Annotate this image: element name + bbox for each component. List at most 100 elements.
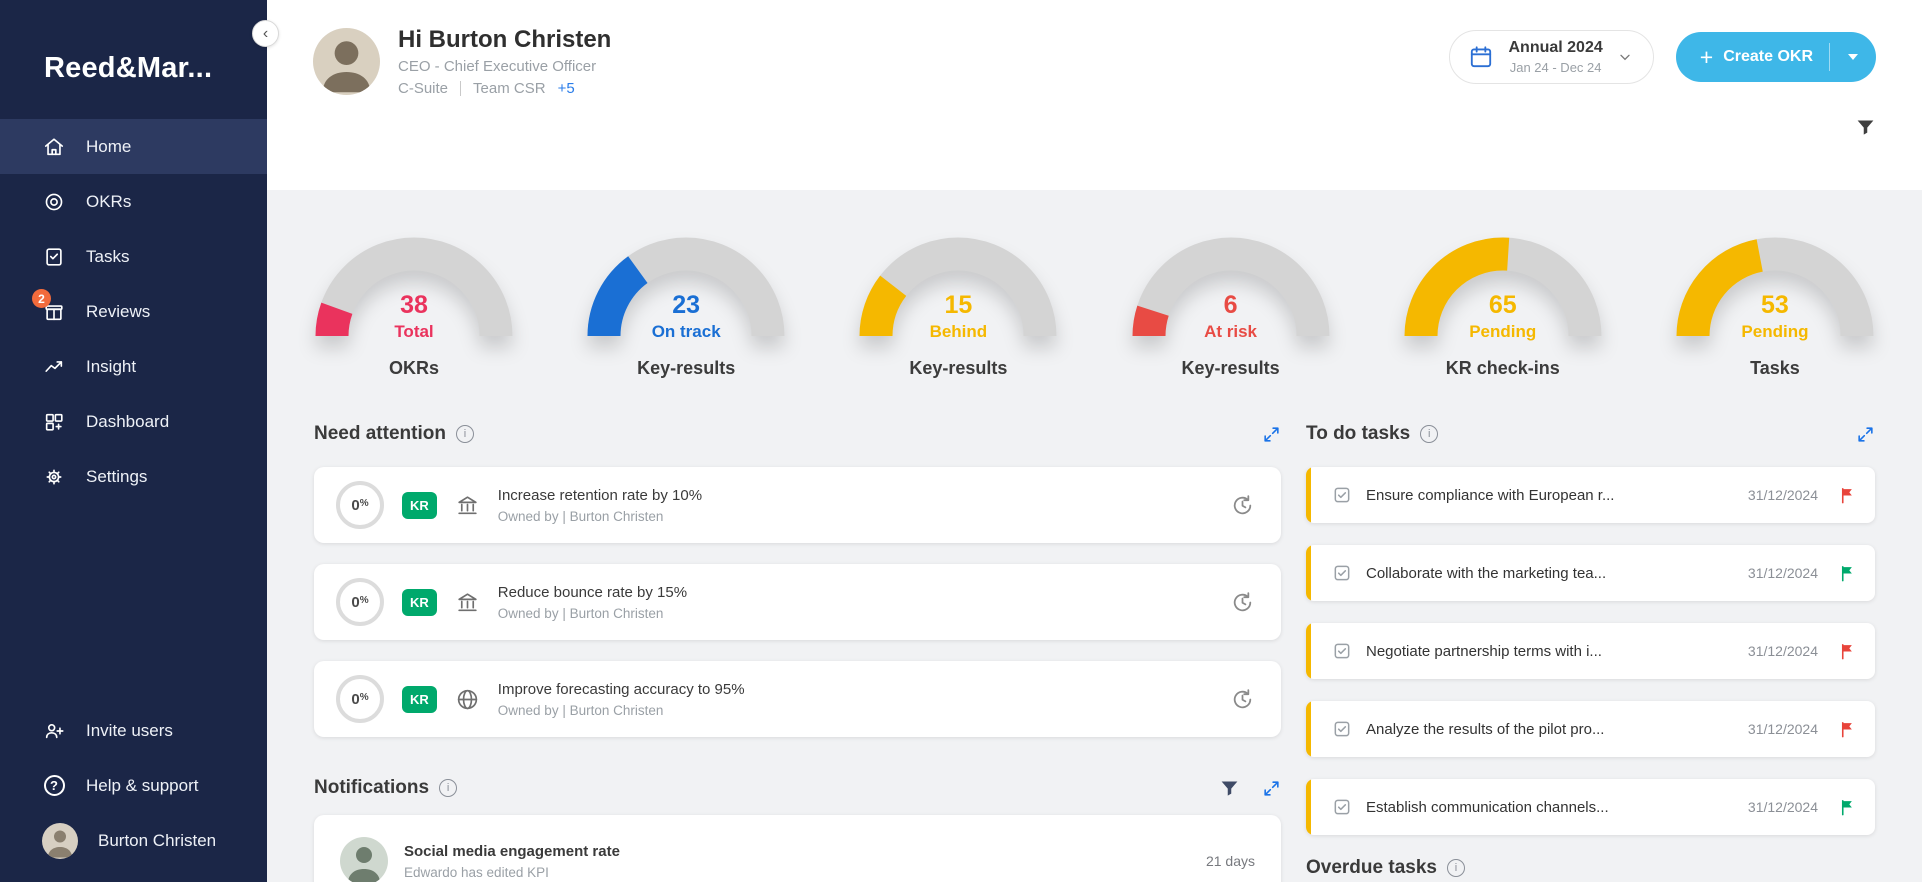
kr-owner: Owned by | Burton Christen [498, 509, 702, 524]
divider [460, 81, 461, 96]
checkin-history-icon[interactable] [1230, 590, 1255, 615]
task-card[interactable]: Ensure compliance with European r... 31/… [1306, 467, 1875, 523]
gauge-label: Key-results [637, 358, 735, 379]
task-card[interactable]: Analyze the results of the pilot pro... … [1306, 701, 1875, 757]
sidebar-item-reviews[interactable]: 2 Reviews [0, 284, 267, 339]
sidebar-item-label: Reviews [86, 302, 150, 322]
page-header: Hi Burton Christen CEO - Chief Executive… [267, 0, 1922, 190]
user-role: CEO - Chief Executive Officer [398, 58, 611, 75]
notification-item[interactable]: Social media engagement rate Edwardo has… [340, 837, 1255, 882]
create-okr-button[interactable]: + Create OKR [1676, 32, 1876, 82]
gear-icon [42, 465, 66, 489]
gauge-label: KR check-ins [1446, 358, 1560, 379]
task-card[interactable]: Collaborate with the marketing tea... 31… [1306, 545, 1875, 601]
section-title: Need attention [314, 423, 446, 445]
task-checkbox-icon[interactable] [1332, 797, 1352, 817]
need-attention-card[interactable]: 0% KR Reduce bounce rate by 15% Owned by… [314, 564, 1281, 640]
info-icon[interactable]: i [1447, 859, 1465, 877]
checkin-history-icon[interactable] [1230, 687, 1255, 712]
org-icon [455, 590, 480, 615]
gauge-status: Total [314, 322, 514, 342]
sidebar-item-label: Dashboard [86, 412, 169, 432]
help-icon: ? [42, 774, 66, 798]
need-attention-card[interactable]: 0% KR Improve forecasting accuracy to 95… [314, 661, 1281, 737]
notification-title: Social media engagement rate [404, 843, 620, 860]
gauge-status: Pending [1403, 322, 1603, 342]
gauge-value: 15 [858, 291, 1058, 320]
page-title: Hi Burton Christen [398, 26, 611, 54]
sidebar-item-home[interactable]: Home [0, 119, 267, 174]
priority-flag-icon[interactable] [1838, 486, 1857, 505]
task-checkbox-icon[interactable] [1332, 563, 1352, 583]
gauge-label: Key-results [909, 358, 1007, 379]
sidebar-collapse-button[interactable]: ‹ [252, 20, 279, 47]
main-area: Hi Burton Christen CEO - Chief Executive… [267, 0, 1922, 882]
task-due-date: 31/12/2024 [1748, 487, 1818, 503]
globe-icon [455, 687, 480, 712]
chevron-left-icon: ‹ [263, 26, 268, 42]
invite-users-button[interactable]: Invite users [0, 703, 267, 758]
user-org: C-Suite [398, 80, 448, 97]
invite-users-label: Invite users [86, 721, 173, 741]
help-support-button[interactable]: ? Help & support [0, 758, 267, 813]
kr-title: Reduce bounce rate by 15% [498, 584, 687, 601]
notifications-filter-icon[interactable] [1219, 778, 1240, 799]
gauge-kr-behind: 15Behind Key-results [858, 232, 1058, 379]
sidebar-user-profile[interactable]: Burton Christen [0, 813, 267, 868]
gauge-status: At risk [1131, 322, 1331, 342]
need-attention-card[interactable]: 0% KR Increase retention rate by 10% Own… [314, 467, 1281, 543]
sidebar-footer: Invite users ? Help & support Burton Chr… [0, 703, 267, 882]
info-icon[interactable]: i [456, 425, 474, 443]
gauge-value: 65 [1403, 291, 1603, 320]
gauge-kr-checkins: 65Pending KR check-ins [1403, 232, 1603, 379]
caret-down-icon [1848, 54, 1858, 60]
priority-flag-icon[interactable] [1838, 564, 1857, 583]
sidebar-item-dashboard[interactable]: Dashboard [0, 394, 267, 449]
task-card[interactable]: Negotiate partnership terms with i... 31… [1306, 623, 1875, 679]
expand-icon[interactable] [1262, 425, 1281, 444]
dashboard-content: 38Total OKRs 23On track Key-results 15Be… [267, 190, 1922, 882]
period-range: Jan 24 - Dec 24 [1508, 60, 1602, 75]
sidebar-item-settings[interactable]: Settings [0, 449, 267, 504]
gauge-status: Pending [1675, 322, 1875, 342]
task-checkbox-icon[interactable] [1332, 485, 1352, 505]
reviews-badge: 2 [32, 289, 51, 308]
expand-icon[interactable] [1856, 425, 1875, 444]
kr-badge: KR [402, 686, 437, 713]
create-okr-caret[interactable] [1830, 54, 1876, 60]
task-title: Negotiate partnership terms with i... [1366, 643, 1734, 660]
priority-flag-icon[interactable] [1838, 720, 1857, 739]
need-attention-header: Need attention i [314, 423, 1281, 445]
gauge-kr-at-risk: 6At risk Key-results [1131, 232, 1331, 379]
task-checkbox-icon[interactable] [1332, 641, 1352, 661]
info-icon[interactable]: i [1420, 425, 1438, 443]
sidebar-item-label: Settings [86, 467, 147, 487]
task-checkbox-icon[interactable] [1332, 719, 1352, 739]
notifications-card: Social media engagement rate Edwardo has… [314, 815, 1281, 882]
checkin-history-icon[interactable] [1230, 493, 1255, 518]
sidebar-item-tasks[interactable]: Tasks [0, 229, 267, 284]
sidebar-item-insight[interactable]: Insight [0, 339, 267, 394]
sidebar-item-okrs[interactable]: OKRs [0, 174, 267, 229]
gauge-value: 53 [1675, 291, 1875, 320]
filter-icon[interactable] [1855, 117, 1876, 143]
info-icon[interactable]: i [439, 779, 457, 797]
task-title: Establish communication channels... [1366, 799, 1734, 816]
period-title: Annual 2024 [1508, 39, 1602, 57]
task-title: Analyze the results of the pilot pro... [1366, 721, 1734, 738]
task-due-date: 31/12/2024 [1748, 565, 1818, 581]
period-selector[interactable]: Annual 2024 Jan 24 - Dec 24 [1449, 30, 1653, 84]
sidebar-item-label: Tasks [86, 247, 129, 267]
gauge-label: OKRs [389, 358, 439, 379]
expand-icon[interactable] [1262, 779, 1281, 798]
add-user-icon [42, 719, 66, 743]
team-more-link[interactable]: +5 [558, 80, 575, 97]
app-root: Reed&Mar... Home OKRs Tasks [0, 0, 1922, 882]
sidebar-user-name: Burton Christen [98, 831, 216, 851]
priority-flag-icon[interactable] [1838, 798, 1857, 817]
priority-flag-icon[interactable] [1838, 642, 1857, 661]
sidebar-nav: Home OKRs Tasks 2 Reviews [0, 119, 267, 504]
section-title: To do tasks [1306, 423, 1410, 445]
task-card[interactable]: Establish communication channels... 31/1… [1306, 779, 1875, 835]
gauge-value: 6 [1131, 291, 1331, 320]
